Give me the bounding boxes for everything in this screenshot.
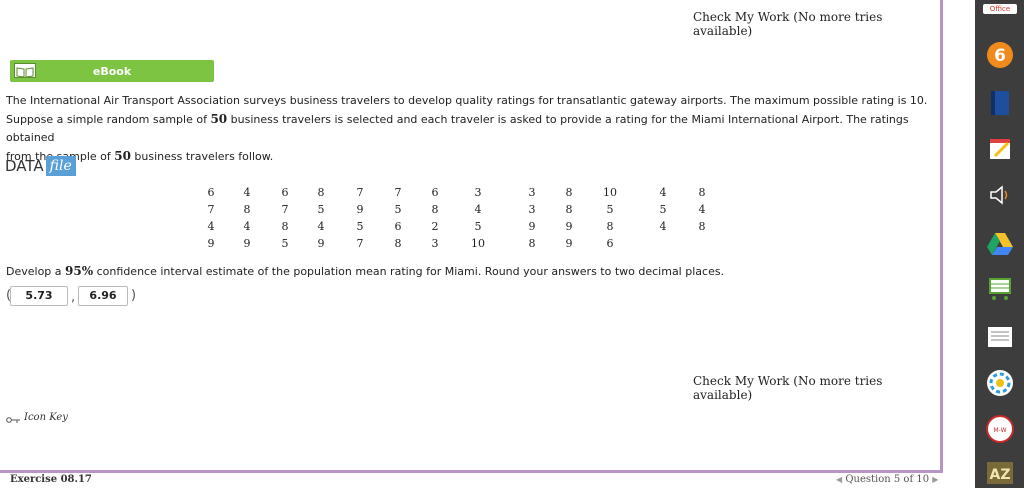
problem-text: The International Air Transport Associat…	[6, 92, 936, 166]
data-file-link[interactable]: DATA file	[5, 156, 76, 178]
problem-line-2: Suppose a simple random sample of 50 bus…	[6, 112, 909, 144]
rating-cell: 6	[207, 186, 215, 199]
upper-bound-input[interactable]: 6.96	[78, 286, 128, 306]
badge-six-icon[interactable]: 6	[985, 40, 1015, 70]
rating-cell: 10	[471, 237, 485, 250]
rating-cell: 6	[281, 186, 289, 199]
speaker-icon[interactable]	[985, 180, 1015, 210]
rating-cell: 8	[606, 220, 614, 233]
problem-line-3: from the sample of 50 business travelers…	[6, 149, 274, 163]
rating-cell: 5	[659, 203, 667, 216]
data-label: DATA	[5, 157, 44, 175]
sample-size-repeat: 50	[114, 149, 131, 163]
rating-cell: 8	[431, 203, 439, 216]
rating-cell: 8	[565, 203, 573, 216]
question-text: Develop a 95% confidence interval estima…	[6, 264, 725, 278]
rating-cell: 3	[474, 186, 482, 199]
rating-cell: 9	[317, 237, 325, 250]
merriam-webster-icon[interactable]: M-W	[985, 414, 1015, 444]
rating-cell: 5	[394, 203, 402, 216]
rating-cell: 9	[243, 237, 251, 250]
cart-icon[interactable]	[985, 274, 1015, 304]
list-icon[interactable]	[985, 322, 1015, 352]
rating-cell: 4	[243, 220, 251, 233]
rating-cell: 4	[207, 220, 215, 233]
assignment-panel: Check My Work (No more tries available) …	[0, 0, 943, 472]
rating-cell: 7	[356, 237, 364, 250]
wheel-icon[interactable]	[985, 368, 1015, 398]
svg-text:AZ: AZ	[990, 467, 1011, 483]
check-my-work-bottom[interactable]: Check My Work (No more tries available)	[693, 374, 940, 402]
book-icon[interactable]	[985, 88, 1015, 118]
problem-line-1: The International Air Transport Associat…	[6, 94, 928, 107]
office-icon[interactable]: Office	[983, 4, 1017, 14]
rating-cell: 10	[603, 186, 617, 199]
rating-cell: 5	[356, 220, 364, 233]
question-navigator[interactable]: ◀ Question 5 of 10 ▶	[836, 474, 938, 485]
rating-cell: 5	[606, 203, 614, 216]
rating-cell: 8	[565, 186, 573, 199]
rating-cell: 7	[356, 186, 364, 199]
ebook-button[interactable]: eBook	[10, 60, 214, 82]
rating-cell: 4	[474, 203, 482, 216]
icon-key-link[interactable]: Icon Key	[6, 412, 68, 423]
rating-cell: 8	[317, 186, 325, 199]
rating-cell: 7	[394, 186, 402, 199]
rating-cell: 8	[281, 220, 289, 233]
file-label: file	[45, 156, 76, 176]
sample-size: 50	[210, 112, 228, 126]
rating-cell: 4	[317, 220, 325, 233]
svg-text:6: 6	[994, 46, 1006, 66]
rating-cell: 8	[394, 237, 402, 250]
rating-cell: 9	[528, 220, 536, 233]
rating-cell: 6	[394, 220, 402, 233]
rating-cell: 9	[565, 220, 573, 233]
rating-cell: 4	[659, 220, 667, 233]
notepad-icon[interactable]	[985, 134, 1015, 164]
exercise-label: Exercise 08.17	[10, 474, 92, 485]
rating-cell: 3	[431, 237, 439, 250]
rating-cell: 9	[356, 203, 364, 216]
rating-cell: 4	[698, 203, 706, 216]
rating-cell: 8	[243, 203, 251, 216]
rating-cell: 2	[431, 220, 439, 233]
drive-icon[interactable]	[985, 228, 1015, 258]
rating-cell: 8	[698, 186, 706, 199]
rating-cell: 7	[207, 203, 215, 216]
rating-cell: 3	[528, 186, 536, 199]
confidence-level: 95%	[65, 264, 94, 278]
lower-bound-input[interactable]: 5.73	[10, 286, 68, 306]
tools-sidebar: 6 M-W AZ	[975, 0, 1024, 488]
rating-cell: 4	[243, 186, 251, 199]
rating-cell: 9	[207, 237, 215, 250]
rating-cell: 6	[431, 186, 439, 199]
rating-cell: 8	[698, 220, 706, 233]
svg-text:M-W: M-W	[993, 427, 1006, 434]
rating-cell: 4	[659, 186, 667, 199]
comma: ,	[71, 290, 76, 305]
rating-cell: 8	[528, 237, 536, 250]
ebook-label: eBook	[92, 65, 132, 78]
key-icon	[6, 415, 20, 423]
close-paren: )	[131, 288, 137, 303]
rating-cell: 5	[281, 237, 289, 250]
az-icon[interactable]: AZ	[985, 460, 1015, 490]
rating-cell: 9	[565, 237, 573, 250]
question-nav-label: Question 5 of 10	[845, 474, 930, 485]
rating-cell: 6	[606, 237, 614, 250]
check-my-work-top[interactable]: Check My Work (No more tries available)	[693, 10, 940, 38]
frame-bottom-rule	[0, 470, 943, 473]
rating-cell: 5	[474, 220, 482, 233]
rating-cell: 5	[317, 203, 325, 216]
prev-arrow-icon[interactable]: ◀	[836, 475, 842, 484]
next-arrow-icon[interactable]: ▶	[932, 475, 938, 484]
rating-cell: 7	[281, 203, 289, 216]
rating-cell: 3	[528, 203, 536, 216]
